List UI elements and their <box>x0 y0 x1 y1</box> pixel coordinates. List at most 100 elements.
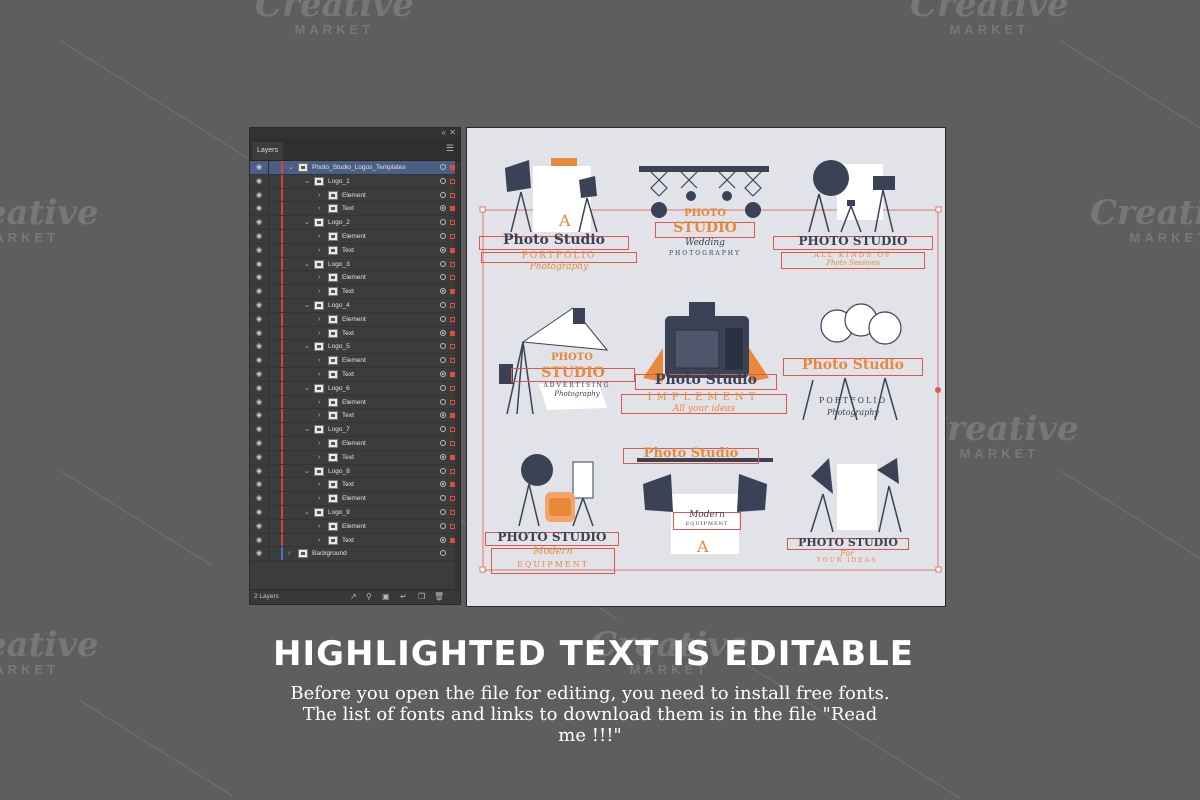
chevron-down-icon[interactable]: ⌄ <box>304 467 310 476</box>
lock-column[interactable] <box>268 312 269 326</box>
logo-1-title[interactable]: Photo Studio <box>481 232 627 248</box>
visibility-eye-icon[interactable]: ◉ <box>256 509 264 517</box>
chevron-down-icon[interactable]: ⌄ <box>304 384 310 393</box>
chevron-right-icon[interactable]: › <box>318 246 320 255</box>
logo-3-title[interactable]: PHOTO STUDIO <box>773 234 933 248</box>
logo-3-script[interactable]: Photo Sessions <box>781 259 925 267</box>
target-circle-icon[interactable] <box>440 398 446 405</box>
target-circle-icon[interactable] <box>440 481 446 488</box>
logo-1-subtitle[interactable]: PORTFOLIO <box>481 251 637 261</box>
lock-column[interactable] <box>268 409 269 423</box>
layer-row[interactable]: ◉ › Text <box>250 243 460 258</box>
visibility-eye-icon[interactable]: ◉ <box>256 440 264 448</box>
lock-column[interactable] <box>268 257 269 271</box>
visibility-eye-icon[interactable]: ◉ <box>256 412 264 420</box>
logo-2-main[interactable]: STUDIO <box>655 220 755 236</box>
chevron-down-icon[interactable]: ⌄ <box>304 301 310 310</box>
visibility-eye-icon[interactable]: ◉ <box>256 426 264 434</box>
layer-row[interactable]: ◉ ⌄ Logo_6 <box>250 381 460 396</box>
visibility-eye-icon[interactable]: ◉ <box>256 481 264 489</box>
layer-row[interactable]: ◉ › Element <box>250 229 460 244</box>
layer-row[interactable]: ◉ › Element <box>250 188 460 203</box>
chevron-down-icon[interactable]: ⌄ <box>304 218 310 227</box>
chevron-down-icon[interactable]: ⌄ <box>304 342 310 351</box>
target-circle-icon[interactable] <box>440 426 446 433</box>
target-circle-icon[interactable] <box>440 164 446 170</box>
chevron-right-icon[interactable]: › <box>318 480 320 489</box>
lock-column[interactable] <box>268 519 269 533</box>
lock-column[interactable] <box>268 423 269 436</box>
lock-column[interactable] <box>268 505 269 519</box>
layer-row[interactable]: ◉ ⌄ Logo_2 <box>250 216 460 230</box>
target-circle-icon[interactable] <box>440 301 446 308</box>
logo-2-top[interactable]: PHOTO <box>655 208 755 219</box>
logo-6-script[interactable]: Photography <box>797 408 909 417</box>
new-layer-icon[interactable]: ❐ <box>418 593 426 601</box>
lock-column[interactable] <box>268 174 269 188</box>
layer-row[interactable]: ◉ › Text <box>250 326 460 341</box>
target-circle-icon[interactable] <box>440 357 446 364</box>
chevron-right-icon[interactable]: › <box>318 204 320 213</box>
layer-row[interactable]: ◉ ⌄ Logo_5 <box>250 340 460 355</box>
visibility-eye-icon[interactable]: ◉ <box>256 316 264 324</box>
lock-column[interactable] <box>268 216 269 229</box>
layer-row[interactable]: ◉ ⌄ Logo_9 <box>250 505 460 520</box>
chevron-right-icon[interactable]: › <box>318 287 320 296</box>
layer-row[interactable]: ◉ › Text <box>250 450 460 465</box>
visibility-eye-icon[interactable]: ◉ <box>256 550 264 558</box>
logo-7-script[interactable]: Modern <box>491 546 615 557</box>
target-circle-icon[interactable] <box>440 177 446 184</box>
target-circle-icon[interactable] <box>440 260 446 267</box>
target-circle-icon[interactable] <box>440 370 446 377</box>
layer-list-scrollbar[interactable] <box>455 161 460 591</box>
lock-column[interactable] <box>268 229 269 243</box>
lock-column[interactable] <box>268 533 269 547</box>
logo-7-title[interactable]: PHOTO STUDIO <box>485 530 619 544</box>
chevron-right-icon[interactable]: › <box>318 329 320 338</box>
chevron-right-icon[interactable]: › <box>318 453 320 462</box>
logo-8-script[interactable]: Modern <box>673 510 741 520</box>
chevron-down-icon[interactable]: ⌄ <box>304 508 310 517</box>
visibility-eye-icon[interactable]: ◉ <box>256 261 264 269</box>
chevron-right-icon[interactable]: › <box>318 191 320 200</box>
visibility-eye-icon[interactable]: ◉ <box>256 205 264 213</box>
target-circle-icon[interactable] <box>440 315 446 322</box>
chevron-right-icon[interactable]: › <box>318 411 320 420</box>
layer-row[interactable]: ◉ › Element <box>250 354 460 368</box>
chevron-right-icon[interactable]: › <box>318 522 320 531</box>
lock-column[interactable] <box>268 464 269 478</box>
visibility-eye-icon[interactable]: ◉ <box>256 219 264 227</box>
chevron-right-icon[interactable]: › <box>318 439 320 448</box>
visibility-eye-icon[interactable]: ◉ <box>256 357 264 365</box>
layer-row[interactable]: ◉ ⌄ Logo_8 <box>250 464 460 479</box>
layer-row[interactable]: ◉ › Background <box>250 547 460 562</box>
logo-1-script[interactable]: Photography <box>481 262 637 272</box>
layer-row[interactable]: ◉ › Text <box>250 367 460 382</box>
visibility-eye-icon[interactable]: ◉ <box>256 178 264 186</box>
chevron-right-icon[interactable]: › <box>318 494 320 503</box>
target-circle-icon[interactable] <box>440 550 446 557</box>
target-circle-icon[interactable] <box>440 288 446 295</box>
lock-column[interactable] <box>268 354 269 367</box>
target-circle-icon[interactable] <box>440 274 446 281</box>
chevron-down-icon[interactable]: ⌄ <box>304 177 310 186</box>
lock-column[interactable] <box>268 340 269 354</box>
target-circle-icon[interactable] <box>440 508 446 515</box>
visibility-eye-icon[interactable]: ◉ <box>256 302 264 310</box>
logo-9-subtitle[interactable]: YOUR IDEAS <box>797 557 897 564</box>
chevron-right-icon[interactable]: › <box>318 273 320 282</box>
target-circle-icon[interactable] <box>440 246 446 253</box>
layer-row[interactable]: ◉ ⌄ Logo_7 <box>250 423 460 437</box>
target-circle-icon[interactable] <box>440 329 446 336</box>
new-sublayer-icon[interactable]: ↵ <box>400 593 408 601</box>
layer-row[interactable]: ◉ › Element <box>250 395 460 410</box>
visibility-eye-icon[interactable]: ◉ <box>256 385 264 393</box>
layer-row[interactable]: ◉ › Text <box>250 533 460 548</box>
locate-object-icon[interactable]: ⚲ <box>366 593 374 601</box>
target-circle-icon[interactable] <box>440 522 446 529</box>
logo-6-subtitle[interactable]: PORTFOLIO <box>797 396 909 405</box>
lock-column[interactable] <box>268 285 269 298</box>
visibility-eye-icon[interactable]: ◉ <box>256 233 264 241</box>
logo-5-title[interactable]: Photo Studio <box>635 372 777 388</box>
close-icon[interactable]: ✕ <box>449 128 456 138</box>
